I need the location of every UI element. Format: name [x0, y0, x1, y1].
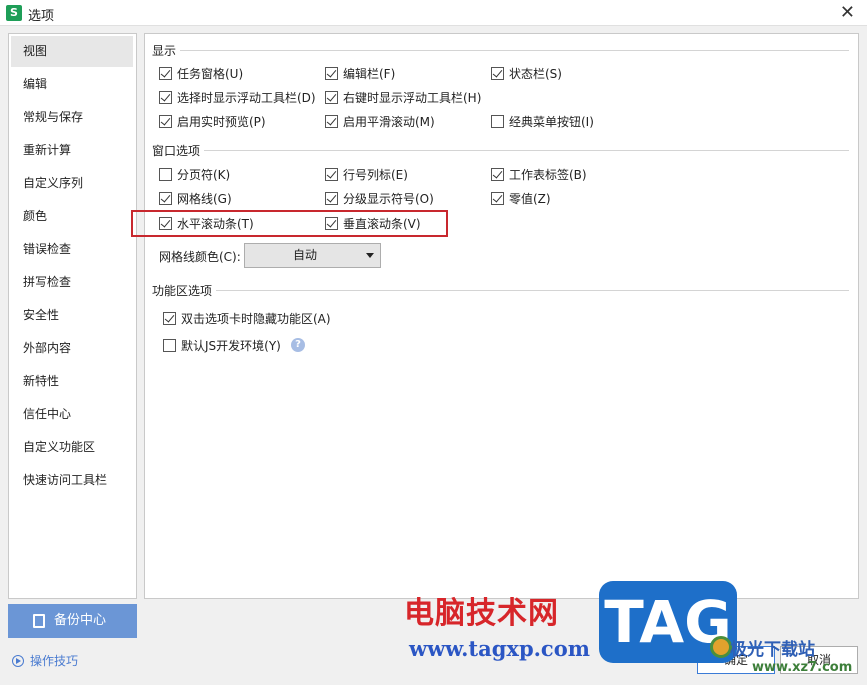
sidebar-item-color[interactable]: 颜色 [11, 201, 133, 232]
checkbox-icon [491, 67, 504, 80]
checkbox-row-col-headers[interactable]: 行号列标(E) [325, 167, 408, 183]
checkbox-label: 经典菜单按钮(I) [509, 115, 594, 129]
section-title-window-options: 窗口选项 [152, 142, 205, 159]
checkbox-status-bar[interactable]: 状态栏(S) [491, 66, 562, 82]
backup-center-button[interactable]: 备份中心 [8, 604, 137, 638]
checkbox-icon [325, 115, 338, 128]
gridline-color-select[interactable]: 自动 [244, 243, 381, 268]
checkbox-label: 选择时显示浮动工具栏(D) [177, 91, 316, 105]
checkbox-label: 右键时显示浮动工具栏(H) [343, 91, 482, 105]
tips-link[interactable]: 操作技巧 [12, 652, 78, 669]
sidebar-item-recalculate[interactable]: 重新计算 [11, 135, 133, 166]
watermark-url: www.tagxp.com [409, 636, 590, 661]
checkbox-page-breaks[interactable]: 分页符(K) [159, 167, 230, 183]
checkbox-icon [159, 168, 172, 181]
sidebar-item-edit[interactable]: 编辑 [11, 69, 133, 100]
checkbox-default-js-env[interactable]: 默认JS开发环境(Y) [163, 338, 281, 354]
checkbox-label: 网格线(G) [177, 192, 232, 206]
checkbox-label: 行号列标(E) [343, 168, 408, 182]
checkbox-icon [325, 67, 338, 80]
section-title-display: 显示 [152, 42, 181, 59]
app-logo-icon: S [6, 5, 22, 21]
section-title-ribbon-options: 功能区选项 [152, 282, 217, 299]
checkbox-floating-toolbar-rightclick[interactable]: 右键时显示浮动工具栏(H) [325, 90, 481, 106]
checkbox-live-preview[interactable]: 启用实时预览(P) [159, 114, 266, 130]
options-category-list: 视图 编辑 常规与保存 重新计算 自定义序列 颜色 错误检查 拼写检查 安全性 … [8, 33, 137, 599]
sidebar-item-new-features[interactable]: 新特性 [11, 366, 133, 397]
annotation-highlight-box [131, 210, 448, 237]
checkbox-label: 分页符(K) [177, 168, 231, 182]
title-bar: S 选项 ✕ [0, 0, 867, 26]
checkbox-label: 状态栏(S) [509, 67, 562, 81]
checkbox-label: 启用实时预览(P) [177, 115, 266, 129]
close-icon[interactable]: ✕ [840, 2, 855, 23]
watermark-download-site: 极光下载站 [730, 640, 815, 660]
sidebar-item-custom-lists[interactable]: 自定义序列 [11, 168, 133, 199]
divider [216, 290, 849, 291]
help-icon[interactable]: ? [291, 338, 305, 352]
checkbox-icon [163, 312, 176, 325]
checkbox-icon [491, 192, 504, 205]
checkbox-classic-menu[interactable]: 经典菜单按钮(I) [491, 114, 594, 130]
divider [204, 150, 849, 151]
window-title: 选项 [28, 9, 55, 24]
checkbox-icon [325, 91, 338, 104]
sidebar-item-trust-center[interactable]: 信任中心 [11, 399, 133, 430]
checkbox-icon [163, 339, 176, 352]
checkbox-label: 双击选项卡时隐藏功能区(A) [181, 312, 331, 326]
checkbox-icon [491, 115, 504, 128]
play-circle-icon [12, 655, 24, 667]
watermark-download-url: www.xz7.com [752, 660, 853, 675]
checkbox-task-pane[interactable]: 任务窗格(U) [159, 66, 243, 82]
checkbox-icon [325, 192, 338, 205]
sidebar-item-error-check[interactable]: 错误检查 [11, 234, 133, 265]
checkbox-label: 默认JS开发环境(Y) [181, 339, 281, 353]
watermark-site-name: 电脑技术网 [404, 596, 559, 631]
gridline-color-label: 网格线颜色(C): [159, 250, 241, 264]
checkbox-icon [325, 168, 338, 181]
checkbox-label: 编辑栏(F) [343, 67, 396, 81]
gridline-color-value: 自动 [292, 248, 317, 262]
tips-label: 操作技巧 [30, 654, 79, 668]
sidebar-item-external-content[interactable]: 外部内容 [11, 333, 133, 364]
checkbox-icon [491, 168, 504, 181]
checkbox-formula-bar[interactable]: 编辑栏(F) [325, 66, 395, 82]
checkbox-floating-toolbar-select[interactable]: 选择时显示浮动工具栏(D) [159, 90, 316, 106]
checkbox-outline-symbols[interactable]: 分级显示符号(O) [325, 191, 434, 207]
watermark-aurora-logo-icon [710, 636, 732, 658]
checkbox-label: 任务窗格(U) [177, 67, 244, 81]
checkbox-zero-values[interactable]: 零值(Z) [491, 191, 551, 207]
checkbox-sheet-tabs[interactable]: 工作表标签(B) [491, 167, 587, 183]
sidebar-item-custom-ribbon[interactable]: 自定义功能区 [11, 432, 133, 463]
sidebar-item-general-save[interactable]: 常规与保存 [11, 102, 133, 133]
checkbox-icon [159, 67, 172, 80]
checkbox-label: 分级显示符号(O) [343, 192, 434, 206]
checkbox-icon [159, 115, 172, 128]
checkbox-gridlines[interactable]: 网格线(G) [159, 191, 232, 207]
sidebar-item-security[interactable]: 安全性 [11, 300, 133, 331]
checkbox-label: 启用平滑滚动(M) [343, 115, 435, 129]
sidebar-item-view[interactable]: 视图 [11, 36, 133, 67]
checkbox-icon [159, 91, 172, 104]
checkbox-icon [159, 192, 172, 205]
backup-center-label: 备份中心 [54, 613, 107, 628]
sidebar-item-spell-check[interactable]: 拼写检查 [11, 267, 133, 298]
divider [180, 50, 849, 51]
checkbox-smooth-scroll[interactable]: 启用平滑滚动(M) [325, 114, 435, 130]
checkbox-double-click-hide-ribbon[interactable]: 双击选项卡时隐藏功能区(A) [163, 311, 331, 327]
checkbox-label: 工作表标签(B) [509, 168, 587, 182]
backup-icon [33, 614, 45, 628]
checkbox-label: 零值(Z) [509, 192, 551, 206]
chevron-down-icon [366, 253, 374, 258]
sidebar-item-quick-access[interactable]: 快速访问工具栏 [11, 465, 133, 496]
